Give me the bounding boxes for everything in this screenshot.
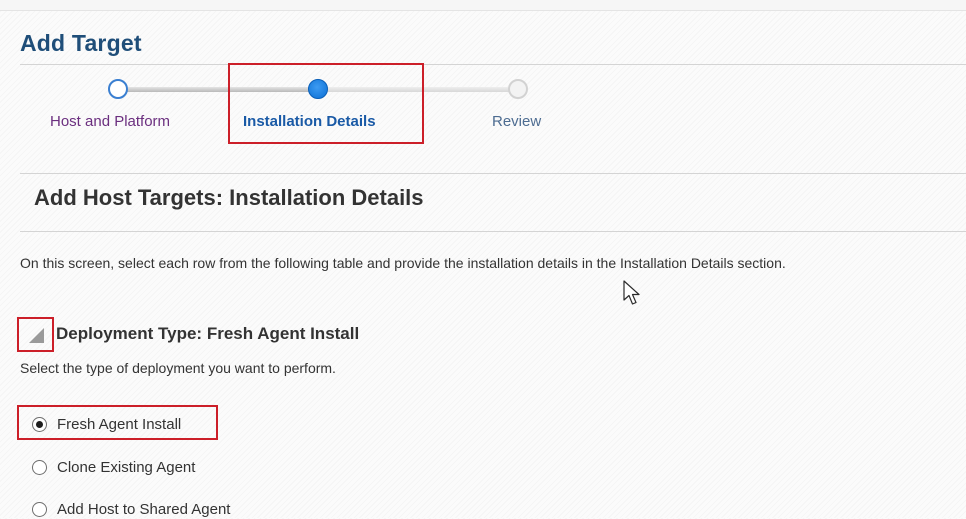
title-divider bbox=[20, 64, 966, 65]
radio-option-add-host-to-shared-agent[interactable]: Add Host to Shared Agent bbox=[32, 499, 230, 519]
radio-button[interactable] bbox=[32, 501, 47, 517]
radio-option-fresh-agent-install[interactable]: Fresh Agent Install bbox=[32, 414, 181, 434]
radio-button-checked[interactable] bbox=[32, 416, 47, 432]
highlight-current-step bbox=[228, 63, 424, 144]
radio-button[interactable] bbox=[32, 459, 47, 475]
step-label-host-and-platform[interactable]: Host and Platform bbox=[50, 113, 170, 130]
radio-label-fresh-agent-install[interactable]: Fresh Agent Install bbox=[57, 416, 181, 433]
subtitle-top-divider bbox=[20, 173, 966, 174]
step-node-review bbox=[508, 79, 528, 99]
subtitle-bottom-divider bbox=[20, 231, 966, 232]
disclosure-triangle-icon bbox=[29, 328, 44, 343]
deployment-type-title: Deployment Type: Fresh Agent Install bbox=[56, 324, 360, 343]
radio-option-clone-existing-agent[interactable]: Clone Existing Agent bbox=[32, 457, 195, 477]
radio-label-add-host-to-shared-agent[interactable]: Add Host to Shared Agent bbox=[57, 501, 230, 518]
step-label-review: Review bbox=[492, 113, 542, 130]
instructions-text: On this screen, select each row from the… bbox=[20, 255, 786, 271]
step-node-host-and-platform[interactable] bbox=[108, 79, 128, 99]
top-rule bbox=[0, 0, 966, 11]
radio-label-clone-existing-agent[interactable]: Clone Existing Agent bbox=[57, 459, 195, 476]
disclosure-toggle[interactable] bbox=[26, 325, 46, 345]
deployment-type-description: Select the type of deployment you want t… bbox=[20, 360, 336, 376]
mouse-pointer-icon bbox=[623, 280, 640, 305]
section-subtitle: Add Host Targets: Installation Details bbox=[34, 185, 424, 210]
page-title: Add Target bbox=[20, 30, 142, 56]
